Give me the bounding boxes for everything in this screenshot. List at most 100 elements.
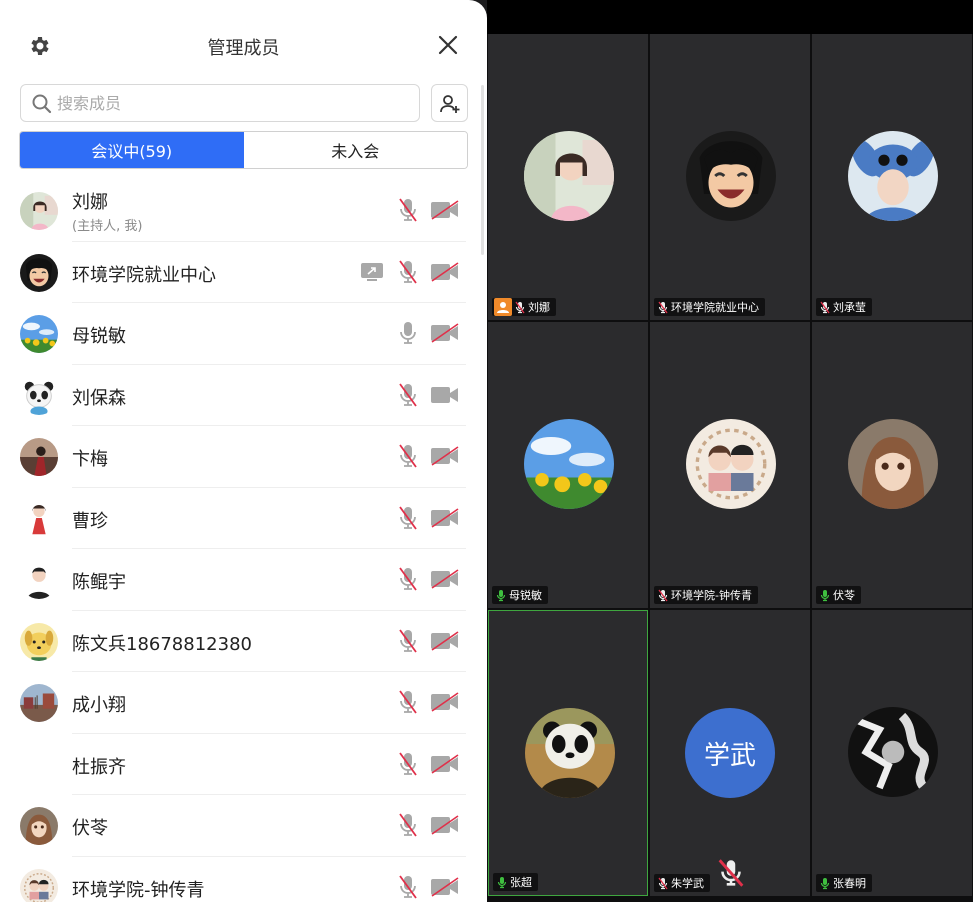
video-tile[interactable]: 张超 bbox=[488, 610, 648, 896]
participant-name: 朱学武 bbox=[671, 877, 704, 890]
member-name: 陈文兵18678812380 bbox=[72, 633, 252, 655]
video-tile[interactable]: 学武朱学武 bbox=[650, 610, 810, 896]
tab-not-joined[interactable]: 未入会 bbox=[243, 132, 467, 168]
mic-muted-icon bbox=[658, 877, 668, 889]
mic-icon bbox=[496, 589, 506, 601]
avatar bbox=[848, 131, 938, 221]
avatar bbox=[524, 419, 614, 509]
member-row[interactable]: 曹珍 bbox=[0, 488, 470, 549]
camera-off-icon[interactable] bbox=[430, 692, 460, 712]
member-row[interactable]: 成小翔 bbox=[0, 672, 470, 734]
member-row[interactable]: 环境学院就业中心 bbox=[0, 242, 470, 303]
search-row bbox=[20, 84, 468, 122]
add-user-icon bbox=[440, 95, 460, 113]
video-tile[interactable]: 张春明 bbox=[812, 610, 972, 896]
participant-label: 朱学武 bbox=[654, 874, 710, 892]
participant-name: 刘娜 bbox=[528, 301, 550, 314]
avatar bbox=[20, 622, 58, 661]
mic-icon bbox=[820, 877, 830, 889]
avatar bbox=[686, 419, 776, 509]
search-input[interactable] bbox=[57, 85, 407, 121]
member-row[interactable]: 陈鲲宇 bbox=[0, 549, 470, 611]
camera-off-icon[interactable] bbox=[430, 569, 460, 589]
participant-name: 母锐敏 bbox=[509, 589, 542, 602]
camera-off-icon[interactable] bbox=[430, 261, 460, 282]
member-name: 环境学院就业中心 bbox=[72, 264, 216, 286]
member-name: 杜振齐 bbox=[72, 756, 126, 778]
camera-off-icon[interactable] bbox=[430, 876, 460, 897]
camera-off-icon[interactable] bbox=[430, 815, 460, 835]
member-name: 刘娜 bbox=[72, 192, 108, 213]
member-row[interactable]: 卞梅 bbox=[0, 426, 470, 488]
member-row[interactable]: 陈文兵18678812380 bbox=[0, 611, 470, 672]
avatar bbox=[20, 868, 58, 902]
mic-muted-icon[interactable] bbox=[398, 566, 418, 592]
member-row[interactable]: 杜振齐 bbox=[0, 734, 470, 795]
close-icon[interactable] bbox=[437, 34, 459, 56]
avatar bbox=[20, 253, 58, 292]
video-tile[interactable]: 环境学院-钟传青 bbox=[650, 322, 810, 608]
mic-muted-icon bbox=[820, 301, 830, 313]
initials-avatar: 学武 bbox=[685, 708, 775, 798]
mic-icon[interactable] bbox=[398, 320, 418, 346]
participant-name: 环境学院就业中心 bbox=[671, 301, 759, 314]
mic-muted-icon bbox=[658, 589, 668, 601]
member-name: 卞梅 bbox=[72, 449, 108, 470]
mic-muted-icon[interactable] bbox=[398, 505, 418, 531]
mic-icon bbox=[820, 589, 830, 601]
participant-label: 张超 bbox=[493, 873, 538, 891]
mic-muted-icon[interactable] bbox=[398, 443, 418, 469]
participant-label: 环境学院就业中心 bbox=[654, 298, 765, 316]
mic-muted-icon[interactable] bbox=[398, 689, 418, 715]
avatar bbox=[20, 561, 58, 599]
video-tile[interactable]: 刘承莹 bbox=[812, 34, 972, 320]
avatar bbox=[686, 131, 776, 221]
camera-icon[interactable] bbox=[430, 385, 460, 405]
participant-name: 张春明 bbox=[833, 877, 866, 890]
video-grid: 刘娜 环境学院就业中心 刘承莹 母锐敏 环境学院-钟传青 伏苓 张超 学武 朱学武 张春明 bbox=[487, 34, 973, 902]
scrollbar[interactable] bbox=[481, 85, 484, 255]
member-name: 环境学院-钟传青 bbox=[72, 879, 205, 901]
mic-muted-icon[interactable] bbox=[398, 382, 418, 408]
member-row[interactable]: 环境学院-钟传青 bbox=[0, 857, 470, 902]
video-tile[interactable]: 母锐敏 bbox=[488, 322, 648, 608]
participant-name: 刘承莹 bbox=[833, 301, 866, 314]
participant-label: 刘承莹 bbox=[816, 298, 872, 316]
mute-mic-icon[interactable] bbox=[714, 856, 748, 890]
member-name: 陈鲲宇 bbox=[72, 572, 126, 593]
mic-muted-icon[interactable] bbox=[398, 874, 418, 900]
video-tile[interactable]: 伏苓 bbox=[812, 322, 972, 608]
tab-in-meeting[interactable]: 会议中(59) bbox=[20, 132, 244, 168]
member-row[interactable]: 刘娜 (主持人, 我) bbox=[0, 180, 470, 242]
mic-muted-icon bbox=[658, 301, 668, 313]
camera-off-icon[interactable] bbox=[430, 630, 460, 651]
mic-muted-icon[interactable] bbox=[398, 751, 418, 777]
participant-label: 刘娜 bbox=[492, 298, 556, 316]
video-tile[interactable]: 环境学院就业中心 bbox=[650, 34, 810, 320]
member-row[interactable]: 伏苓 bbox=[0, 795, 470, 857]
camera-off-icon[interactable] bbox=[430, 753, 460, 774]
mic-muted-icon[interactable] bbox=[398, 628, 418, 654]
member-tabs: 会议中(59) 未入会 bbox=[19, 131, 468, 169]
camera-off-icon[interactable] bbox=[430, 323, 460, 343]
search-icon bbox=[32, 94, 52, 114]
mic-icon bbox=[497, 876, 507, 888]
member-row[interactable]: 母锐敏 bbox=[0, 303, 470, 365]
mic-muted-icon[interactable] bbox=[398, 197, 418, 223]
video-tile[interactable]: 刘娜 bbox=[488, 34, 648, 320]
search-box[interactable] bbox=[20, 84, 420, 122]
participant-name: 张超 bbox=[510, 876, 532, 889]
participant-label: 母锐敏 bbox=[492, 586, 548, 604]
camera-off-icon[interactable] bbox=[430, 507, 460, 528]
participant-label: 环境学院-钟传青 bbox=[654, 586, 758, 604]
camera-off-icon[interactable] bbox=[430, 446, 460, 466]
avatar bbox=[20, 438, 58, 476]
mic-muted-icon bbox=[515, 301, 525, 313]
avatar bbox=[20, 376, 58, 415]
member-row[interactable]: 刘保森 bbox=[0, 365, 470, 426]
invite-member-button[interactable] bbox=[431, 84, 468, 122]
mic-muted-icon[interactable] bbox=[398, 259, 418, 285]
camera-off-icon[interactable] bbox=[430, 200, 460, 220]
avatar bbox=[848, 707, 938, 797]
mic-muted-icon[interactable] bbox=[398, 812, 418, 838]
